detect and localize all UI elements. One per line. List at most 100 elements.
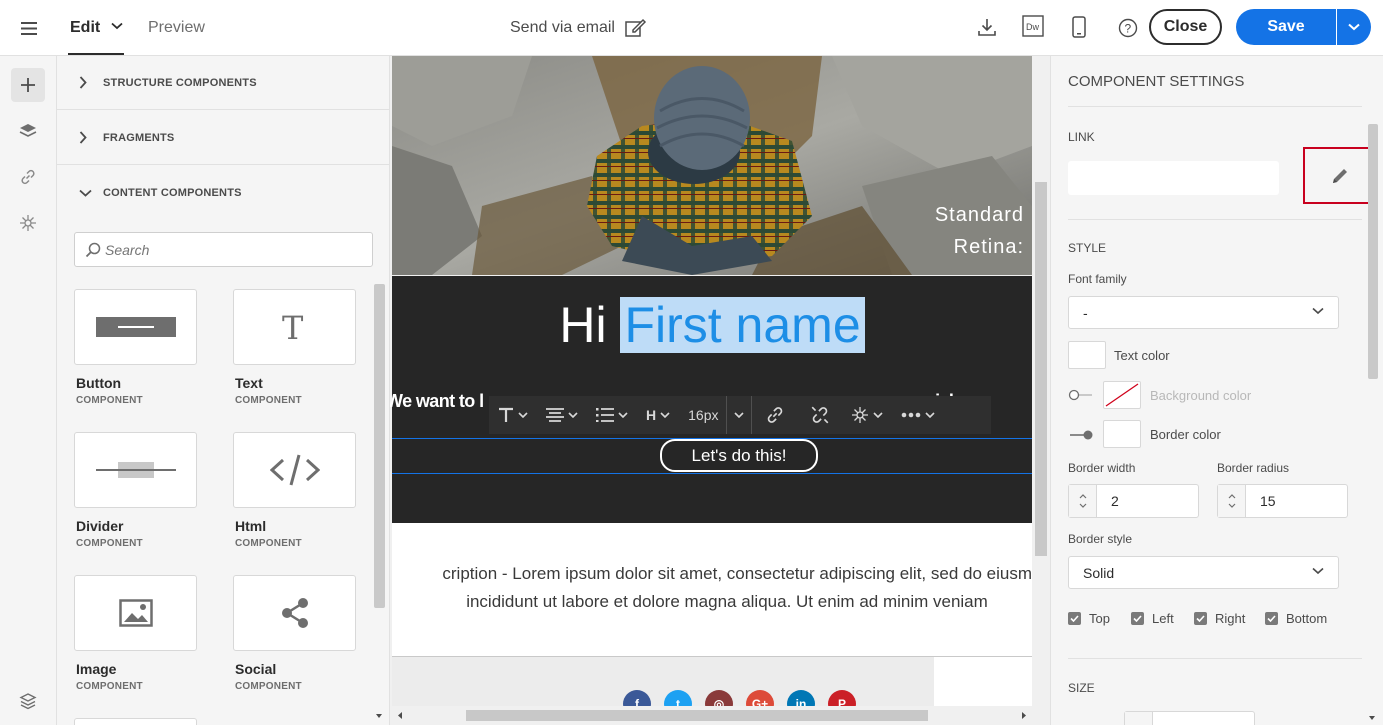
chevron-down-icon [1312,307,1324,315]
send-via-email-label: Send via email [510,19,615,36]
settings-scrollbar-thumb[interactable] [1368,124,1378,379]
search-input[interactable] [105,241,355,258]
search-icon [85,242,101,258]
stepper-arrows[interactable] [1218,485,1246,517]
code-icon [269,453,320,487]
svg-text:?: ? [1125,22,1132,36]
component-name: Button [76,375,122,391]
font-size-dropdown[interactable] [726,396,753,434]
checkbox-label: Bottom [1286,611,1328,626]
more-options-button[interactable] [892,396,944,434]
greeting-heading[interactable]: Hi First name [392,296,1032,354]
size-stepper[interactable] [1124,711,1255,725]
alignment-button[interactable] [537,396,587,434]
structure-layers-icon[interactable] [11,684,45,718]
send-via-email-button[interactable]: Send via email [510,16,647,40]
component-search[interactable] [74,232,373,267]
personalization-icon[interactable] [11,206,45,240]
accordion-label: FRAGMENTS [103,131,175,144]
remove-link-button[interactable] [798,396,842,434]
component-tile-button[interactable] [74,289,197,365]
link-section-label: LINK [1068,130,1095,144]
image-icon [118,599,153,627]
menu-icon[interactable] [14,14,44,42]
text-color-swatch[interactable] [1068,341,1106,369]
border-width-stepper[interactable]: 2 [1068,484,1199,518]
personalization-field-first-name[interactable]: First name [620,297,865,353]
heading-label: H [646,407,657,423]
heading-button[interactable]: H [637,396,679,434]
border-side-left-checkbox[interactable]: Left [1131,611,1174,626]
border-color-toggle[interactable] [1068,429,1094,441]
checkbox-label: Left [1152,611,1174,626]
description-section[interactable]: cription - Lorem ipsum dolor sit amet, c… [392,523,1032,656]
background-color-swatch[interactable] [1103,381,1141,409]
text-style-button[interactable] [489,396,537,434]
edit-icon [625,18,647,38]
component-type: COMPONENT [76,395,143,406]
components-panel: STRUCTURE COMPONENTS FRAGMENTS CONTENT C… [57,56,390,725]
chevron-down-icon[interactable] [108,16,126,36]
component-tile-next[interactable] [74,718,197,725]
email-canvas: Standard Retina: Hi First name We want t… [390,56,1050,725]
inline-text-toolbar: H 16px [489,396,991,434]
chevron-down-icon [925,412,936,418]
description-text: incididunt ut labore et dolore magna ali… [466,592,988,611]
personalization-button[interactable] [842,396,892,434]
mobile-preview-icon[interactable] [1065,13,1093,41]
font-family-select[interactable]: - [1068,296,1339,329]
download-icon[interactable] [973,13,1001,41]
chevron-down-icon [734,412,745,418]
background-color-toggle[interactable] [1068,389,1094,401]
close-button[interactable]: Close [1149,9,1222,45]
list-button[interactable] [587,396,637,434]
description-text: cription - Lorem ipsum dolor sit amet, c… [442,564,1032,583]
tab-preview[interactable]: Preview [148,16,205,40]
dreamweaver-icon[interactable]: Dw [1019,12,1047,40]
component-tile-social[interactable] [233,575,356,651]
border-side-top-checkbox[interactable]: Top [1068,611,1110,626]
panel-scrollbar-thumb[interactable] [374,284,385,608]
size-section-label: SIZE [1068,681,1095,695]
help-icon[interactable]: ? [1114,14,1142,42]
tab-edit[interactable]: Edit [70,16,100,40]
link-url-field[interactable] [1068,161,1279,195]
stepper-arrows[interactable] [1125,712,1153,725]
component-tile-divider[interactable] [74,432,197,508]
divider [1068,658,1362,659]
component-name: Text [235,375,263,391]
accordion-structure-components[interactable]: STRUCTURE COMPONENTS [57,56,389,110]
add-icon[interactable] [11,68,45,102]
border-style-select[interactable]: Solid [1068,556,1339,589]
chevron-down-icon [518,412,528,418]
hero-image[interactable]: Standard Retina: [392,56,1032,275]
save-options-chevron-icon[interactable] [1337,9,1371,45]
component-type: COMPONENT [235,538,302,549]
style-section-label: STYLE [1068,241,1107,255]
cta-button[interactable]: Let's do this! [660,439,818,472]
canvas-horizontal-scrollbar-thumb[interactable] [466,710,928,721]
component-tile-text[interactable]: T [233,289,356,365]
dark-content-section[interactable]: Hi First name We want to l ecial o H [390,276,1032,523]
accordion-fragments[interactable]: FRAGMENTS [57,111,389,165]
button-icon [95,317,176,337]
pencil-icon [1331,167,1349,185]
border-side-bottom-checkbox[interactable]: Bottom [1265,611,1327,626]
divider-icon [95,461,176,479]
border-radius-stepper[interactable]: 15 [1217,484,1348,518]
border-color-swatch[interactable] [1103,420,1141,448]
font-size-value[interactable]: 16px [679,396,726,434]
save-button[interactable]: Save [1236,9,1336,45]
divider [1068,219,1362,220]
insert-link-button[interactable] [752,396,798,434]
hero-overlay-text: Standard [934,204,1024,226]
border-side-right-checkbox[interactable]: Right [1194,611,1245,626]
component-tile-image[interactable] [74,575,197,651]
component-tile-html[interactable] [233,432,356,508]
stepper-arrows[interactable] [1069,485,1097,517]
link-icon[interactable] [11,160,45,194]
component-name: Social [235,661,277,677]
layers-icon[interactable] [11,114,45,148]
canvas-vertical-scrollbar-thumb[interactable] [1035,182,1047,556]
accordion-content-components[interactable]: CONTENT COMPONENTS [57,166,389,220]
